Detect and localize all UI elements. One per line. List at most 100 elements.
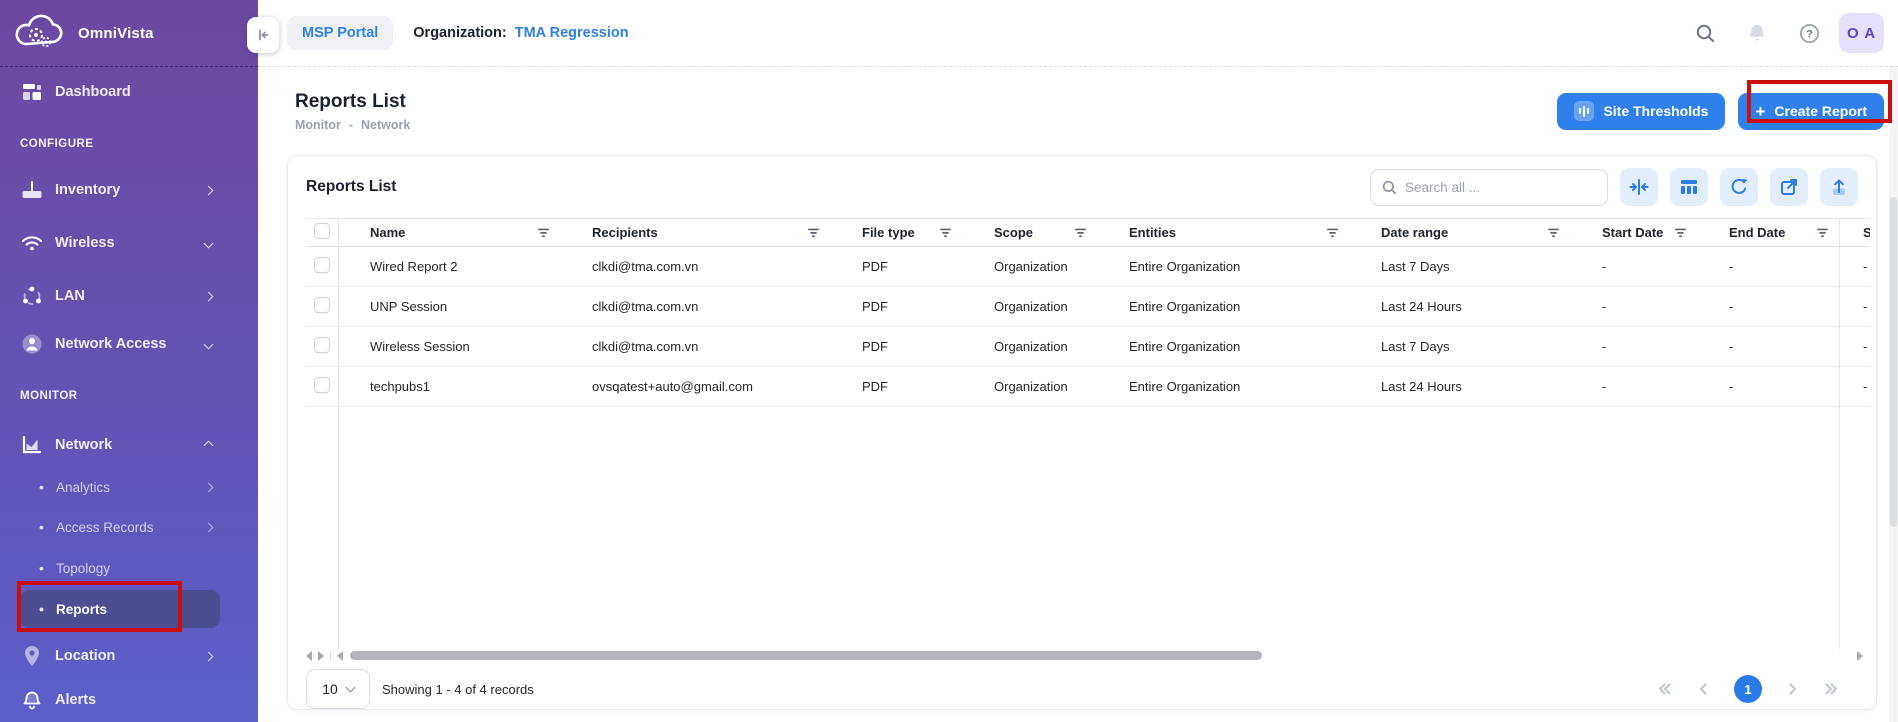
window-scrollbar-track[interactable] [1889, 67, 1898, 722]
sidebar-item-dashboard[interactable]: Dashboard [20, 74, 220, 110]
table-row[interactable]: UNP Session clkdi@tma.com.vn PDF Organiz… [306, 287, 1870, 327]
scroll-left-icon[interactable] [337, 651, 343, 661]
page-actions: Site Thresholds + Create Report [1557, 93, 1884, 130]
pinned-left-divider [338, 219, 339, 649]
scroll-right-icon[interactable] [318, 651, 324, 661]
reports-table: Name Recipients File type Scope Entities… [306, 218, 1869, 649]
row-checkbox[interactable] [314, 257, 330, 273]
filter-icon[interactable] [537, 228, 550, 238]
sidebar-item-label: Access Records [56, 520, 154, 535]
cell-date-range: Last 7 Days [1349, 247, 1570, 287]
page-size-select[interactable]: 10 [306, 669, 370, 709]
cell-end-date: - [1697, 367, 1839, 407]
breadcrumb-page[interactable]: Network [361, 118, 410, 132]
sidebar-item-reports[interactable]: • Reports [20, 590, 220, 628]
table-row[interactable]: Wireless Session clkdi@tma.com.vn PDF Or… [306, 327, 1870, 367]
filter-icon[interactable] [807, 228, 820, 238]
sidebar-item-network-access[interactable]: Network Access [20, 326, 220, 362]
filter-icon[interactable] [1816, 228, 1829, 238]
cell-end-date: - [1697, 287, 1839, 327]
sidebar-item-label: Analytics [56, 480, 110, 495]
sidebar-item-label: Location [55, 648, 115, 664]
omnivista-logo-icon [12, 11, 68, 55]
cell-name: Wireless Session [338, 327, 560, 367]
col-entities: Entities [1097, 219, 1349, 247]
table-row[interactable]: techpubs1 ovsqatest+auto@gmail.com PDF O… [306, 367, 1870, 407]
row-checkbox[interactable] [314, 377, 330, 393]
sidebar-item-lan[interactable]: LAN [20, 278, 220, 314]
current-page-button[interactable]: 1 [1734, 675, 1762, 703]
sidebar-collapse-button[interactable] [247, 17, 279, 53]
sidebar-nav: Dashboard CONFIGURE Inventory Wireless [0, 74, 258, 718]
avatar[interactable]: O A [1839, 13, 1884, 53]
filter-icon[interactable] [1074, 228, 1087, 238]
cell-name: UNP Session [338, 287, 560, 327]
row-checkbox[interactable] [314, 337, 330, 353]
sidebar-item-label: Topology [56, 561, 110, 576]
search-input[interactable] [1405, 180, 1575, 195]
cell-file-type: PDF [830, 367, 962, 407]
sidebar-item-alerts[interactable]: Alerts [20, 682, 220, 718]
chevron-down-icon [204, 339, 214, 349]
filter-icon[interactable] [1674, 228, 1687, 238]
columns-button[interactable] [1670, 168, 1708, 206]
bullet-icon: • [39, 601, 47, 617]
row-checkbox[interactable] [314, 297, 330, 313]
cell-schedule: - [1839, 367, 1870, 407]
cell-start-date: - [1570, 327, 1697, 367]
sidebar-item-label: Network Access [55, 336, 167, 352]
cell-file-type: PDF [830, 247, 962, 287]
pinned-right-divider [1839, 219, 1840, 649]
select-all-checkbox[interactable] [314, 223, 330, 239]
breadcrumb-separator: - [349, 118, 353, 132]
sidebar-item-inventory[interactable]: Inventory [20, 172, 220, 208]
breadcrumb-section[interactable]: Monitor [295, 118, 341, 132]
table-row[interactable]: Wired Report 2 clkdi@tma.com.vn PDF Orga… [306, 247, 1870, 287]
location-icon [20, 645, 44, 667]
sidebar-item-access-records[interactable]: • Access Records [20, 511, 220, 543]
previous-page-button[interactable] [1696, 681, 1710, 697]
notifications-bell-icon[interactable] [1745, 21, 1769, 45]
fit-columns-button[interactable] [1620, 168, 1658, 206]
chevron-right-icon [204, 185, 214, 195]
reports-list-card: Reports List [287, 155, 1877, 710]
scrollbar-thumb[interactable] [350, 651, 1262, 660]
export-button[interactable] [1820, 168, 1858, 206]
window-scrollbar-thumb[interactable] [1890, 197, 1897, 527]
sidebar-item-network[interactable]: Network [20, 427, 220, 463]
thresholds-icon [1574, 101, 1594, 121]
open-external-button[interactable] [1770, 168, 1808, 206]
filter-icon[interactable] [1326, 228, 1339, 238]
create-report-label: Create Report [1774, 103, 1867, 119]
create-report-button[interactable]: + Create Report [1738, 93, 1884, 130]
chevron-down-icon [345, 683, 355, 693]
scroll-left-icon[interactable] [306, 651, 312, 661]
sidebar-item-wireless[interactable]: Wireless [20, 225, 220, 261]
filter-icon[interactable] [939, 228, 952, 238]
organization-value[interactable]: TMA Regression [515, 25, 629, 41]
sidebar-item-topology[interactable]: • Topology [20, 552, 220, 584]
msp-portal-badge[interactable]: MSP Portal [287, 16, 393, 50]
cell-scope: Organization [962, 247, 1097, 287]
page-header: Reports List Monitor - Network Site Thre… [258, 68, 1898, 154]
help-icon[interactable]: ? [1797, 21, 1821, 45]
search-icon[interactable] [1693, 21, 1717, 45]
scroll-right-icon[interactable] [1857, 651, 1863, 661]
first-page-button[interactable] [1656, 681, 1672, 697]
cell-recipients: ovsqatest+auto@gmail.com [560, 367, 830, 407]
network-monitor-icon [20, 435, 44, 455]
filter-icon[interactable] [1547, 228, 1560, 238]
col-file-type: File type [830, 219, 962, 247]
fit-columns-icon [1629, 177, 1649, 197]
last-page-button[interactable] [1824, 681, 1840, 697]
table-search [1370, 169, 1608, 206]
sidebar-item-location[interactable]: Location [20, 638, 220, 674]
cell-file-type: PDF [830, 287, 962, 327]
col-scope: Scope [962, 219, 1097, 247]
site-thresholds-button[interactable]: Site Thresholds [1557, 93, 1725, 130]
next-page-button[interactable] [1786, 681, 1800, 697]
refresh-button[interactable] [1720, 168, 1758, 206]
col-end-date: End Date [1697, 219, 1839, 247]
sidebar-item-label: Dashboard [55, 84, 131, 100]
sidebar-item-analytics[interactable]: • Analytics [20, 471, 220, 503]
